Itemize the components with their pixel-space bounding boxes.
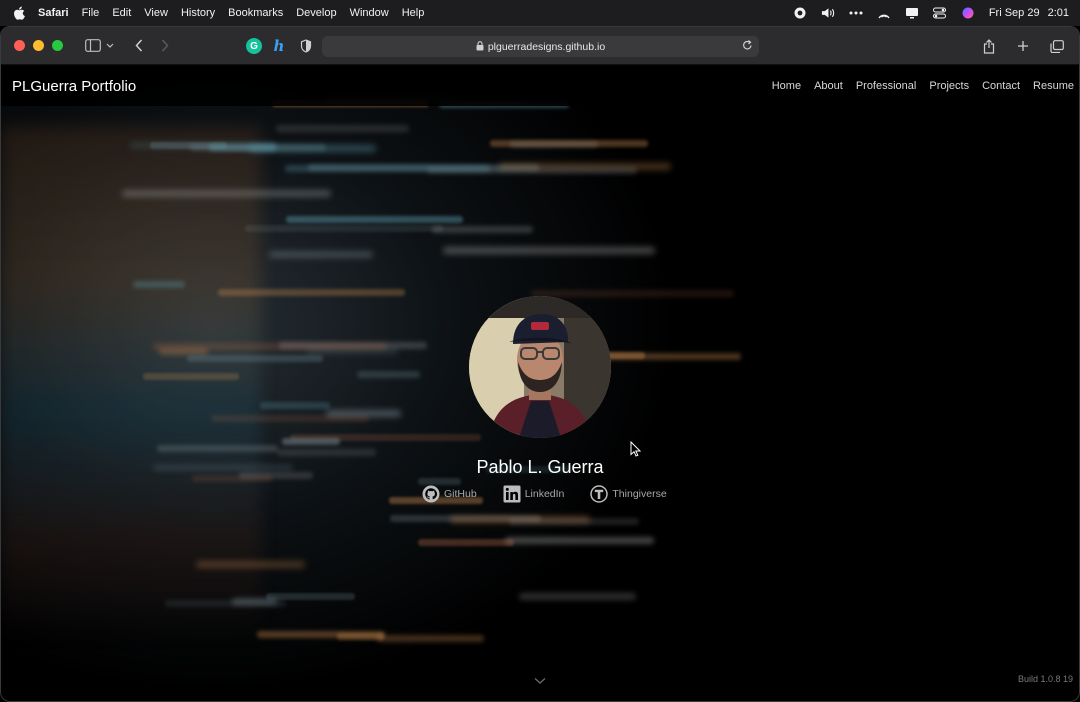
- nav-link-professional[interactable]: Professional: [856, 80, 917, 92]
- zoom-window-button[interactable]: [52, 40, 63, 51]
- menu-file[interactable]: File: [82, 7, 100, 19]
- background-code-line: [152, 342, 388, 350]
- menu-bar: Safari File Edit View History Bookmarks …: [0, 0, 1080, 26]
- lock-icon: [476, 40, 484, 53]
- site-brand-link[interactable]: PLGuerra Portfolio: [12, 78, 136, 95]
- thingiverse-link[interactable]: Thingiverse: [590, 485, 667, 503]
- profile-photo: [469, 296, 611, 438]
- display-icon[interactable]: [905, 6, 919, 20]
- clock-time: 2:01: [1047, 7, 1069, 19]
- nav-link-resume[interactable]: Resume: [1033, 80, 1074, 92]
- web-page: PLGuerra Portfolio Home About Profession…: [1, 66, 1079, 701]
- url-text: plguerradesigns.github.io: [487, 40, 606, 53]
- background-code-line: [442, 247, 655, 255]
- scroll-down-chevron-icon[interactable]: [534, 672, 546, 690]
- background-code-line: [142, 372, 239, 380]
- linkedin-icon: [503, 485, 521, 503]
- background-code-line: [431, 226, 533, 234]
- github-label: GitHub: [444, 488, 477, 500]
- menu-app-safari[interactable]: Safari: [38, 7, 69, 19]
- apple-menu-icon[interactable]: [12, 6, 26, 20]
- thingiverse-label: Thingiverse: [612, 488, 667, 500]
- menu-edit[interactable]: Edit: [112, 7, 131, 19]
- background-code-line: [265, 593, 356, 601]
- background-code-line: [282, 437, 340, 445]
- site-nav-links: Home About Professional Projects Contact…: [772, 80, 1074, 92]
- back-button[interactable]: [129, 36, 149, 56]
- nav-link-projects[interactable]: Projects: [929, 80, 969, 92]
- background-code-line: [531, 290, 735, 298]
- background-code-line: [132, 281, 185, 289]
- new-tab-icon[interactable]: [1013, 36, 1033, 56]
- background-code-line: [186, 355, 324, 363]
- screen-record-icon[interactable]: [793, 6, 807, 20]
- siri-icon[interactable]: [961, 6, 975, 20]
- profile-name: Pablo L. Guerra: [476, 457, 604, 477]
- forward-button[interactable]: [155, 36, 175, 56]
- background-code-line: [284, 165, 491, 173]
- background-code-line: [249, 145, 376, 153]
- reload-icon[interactable]: [742, 39, 753, 54]
- background-code-line: [418, 538, 514, 546]
- chevron-down-icon[interactable]: [105, 36, 115, 56]
- menu-history[interactable]: History: [181, 7, 215, 19]
- github-link[interactable]: GitHub: [422, 485, 477, 503]
- thingiverse-icon: [590, 485, 609, 503]
- background-code-line: [519, 592, 636, 600]
- background-code-line: [218, 289, 405, 297]
- menu-view[interactable]: View: [144, 7, 168, 19]
- background-code-line: [245, 224, 444, 232]
- grammarly-extension-icon[interactable]: G: [246, 38, 262, 54]
- airdrop-icon[interactable]: [877, 6, 891, 20]
- background-code-line: [510, 140, 598, 148]
- linkedin-label: LinkedIn: [524, 488, 565, 500]
- background-code-line: [275, 124, 410, 132]
- more-icon[interactable]: [849, 6, 863, 20]
- address-bar[interactable]: plguerradesigns.github.io: [322, 36, 759, 57]
- nav-link-home[interactable]: Home: [772, 80, 801, 92]
- background-code-line: [211, 414, 369, 422]
- menu-help[interactable]: Help: [402, 7, 425, 19]
- minimize-window-button[interactable]: [33, 40, 44, 51]
- share-icon[interactable]: [979, 36, 999, 56]
- background-code-line: [165, 600, 286, 608]
- linkedin-link[interactable]: LinkedIn: [503, 485, 565, 503]
- menu-clock[interactable]: Fri Sep 29 2:01: [989, 7, 1069, 19]
- background-code-line: [269, 250, 374, 258]
- background-code-line: [376, 634, 484, 642]
- background-code-line: [276, 449, 377, 457]
- site-navbar: PLGuerra Portfolio Home About Profession…: [1, 66, 1079, 106]
- mouse-cursor-icon: [630, 440, 642, 462]
- menu-develop[interactable]: Develop: [296, 7, 336, 19]
- background-code-line: [509, 518, 640, 526]
- tab-overview-icon[interactable]: [1047, 36, 1067, 56]
- honey-extension-icon[interactable]: h: [271, 37, 287, 55]
- github-icon: [422, 485, 440, 503]
- window-controls: [14, 40, 63, 51]
- toolbar-right-group: [979, 36, 1067, 56]
- privacy-shield-icon[interactable]: [298, 38, 314, 54]
- menu-window[interactable]: Window: [350, 7, 389, 19]
- background-code-line: [259, 402, 331, 410]
- clock-date: Fri Sep 29: [988, 7, 1040, 19]
- background-code-line: [356, 370, 420, 378]
- control-center-icon[interactable]: [933, 6, 947, 20]
- sidebar-toggle-icon[interactable]: [83, 36, 103, 56]
- build-version: Build 1.0.8 19: [1017, 674, 1073, 684]
- background-code-line: [505, 536, 655, 544]
- background-code-line: [418, 477, 461, 485]
- background-code-line: [157, 445, 278, 453]
- volume-icon[interactable]: [821, 6, 835, 20]
- browser-toolbar: G h plguerradesigns.github.io: [1, 27, 1079, 65]
- close-window-button[interactable]: [14, 40, 25, 51]
- nav-link-about[interactable]: About: [814, 80, 843, 92]
- background-code-line: [122, 189, 331, 197]
- background-code-line: [286, 216, 464, 224]
- nav-link-contact[interactable]: Contact: [982, 80, 1020, 92]
- background-code-line: [195, 560, 305, 568]
- safari-window: G h plguerradesigns.github.io PLGuerra P…: [0, 26, 1080, 702]
- menu-bookmarks[interactable]: Bookmarks: [228, 7, 283, 19]
- social-links: GitHub LinkedIn Thingiverse: [422, 485, 667, 503]
